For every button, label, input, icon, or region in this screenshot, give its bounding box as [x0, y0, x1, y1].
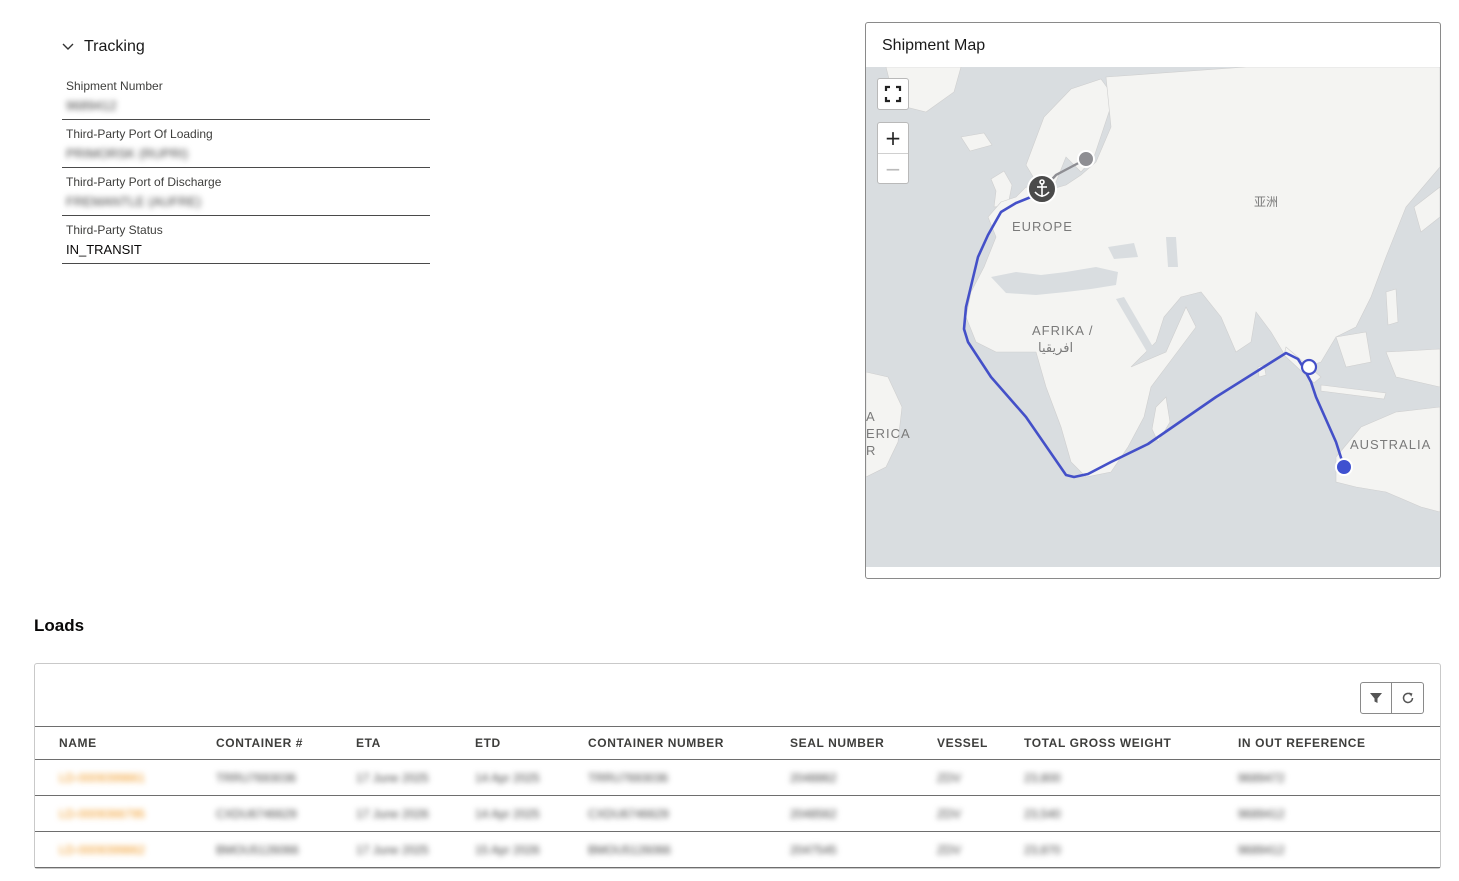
load-name-link[interactable]: LD-0009399862 [59, 843, 145, 857]
col-header-in-out-reference[interactable]: IN OUT REFERENCE [1214, 726, 1440, 760]
field-value: FREMANTLE (AUFRE) [66, 194, 202, 209]
load-name-link[interactable]: LD-0009399861 [59, 771, 145, 785]
label-australia: AUSTRALIA [1350, 437, 1431, 452]
loads-table: NAME CONTAINER # ETA ETD CONTAINER NUMBE… [35, 726, 1440, 868]
label-europe: EUROPE [1012, 219, 1073, 234]
cell-container-number: CXDU6746629 [588, 806, 669, 821]
table-row: LD-0009366795 CXDU6746629 17 June 2026 1… [35, 795, 1440, 832]
water-caspian [1166, 237, 1178, 267]
cell-seal-number: 2048862 [790, 770, 837, 785]
tracking-section: Tracking Shipment Number 9689412 Third-P… [60, 36, 430, 264]
zoom-out-button[interactable]: − [878, 153, 908, 183]
label-africa-2: افريقيا [1038, 341, 1073, 356]
refresh-button[interactable] [1392, 682, 1424, 714]
cell-weight: 23,870 [1024, 842, 1061, 857]
load-name-link[interactable]: LD-0009366795 [59, 807, 145, 821]
loads-title: Loads [34, 616, 85, 635]
fullscreen-icon [884, 85, 902, 103]
col-header-etd[interactable]: ETD [451, 726, 564, 760]
field-label: Third-Party Port of Discharge [66, 175, 222, 189]
world-map: EUROPE AFRIKA / افريقيا 亚洲 AUSTRALIA A E… [866, 67, 1440, 567]
col-header-total-gross-weight[interactable]: TOTAL GROSS WEIGHT [1000, 726, 1214, 760]
cell-seal-number: 2048562 [790, 806, 837, 821]
col-header-vessel[interactable]: VESSEL [913, 726, 1000, 760]
cell-vessel: ZDV [937, 842, 961, 857]
cell-etd: 14 Apr 2025 [475, 806, 540, 821]
field-port-of-loading: Third-Party Port Of Loading PRIMORSK (RU… [62, 120, 430, 168]
cell-reference: 9689412 [1238, 842, 1285, 857]
field-value: IN_TRANSIT [66, 242, 142, 257]
field-value: PRIMORSK (RUPRI) [66, 146, 189, 161]
field-value: 9689412 [66, 98, 117, 113]
field-port-of-discharge: Third-Party Port of Discharge FREMANTLE … [62, 168, 430, 216]
filter-icon [1370, 693, 1382, 703]
map-title: Shipment Map [882, 37, 986, 54]
cell-eta: 17 June 2025 [356, 770, 429, 785]
field-status: Third-Party Status IN_TRANSIT [62, 216, 430, 264]
label-asia: 亚洲 [1254, 195, 1278, 209]
label-america-3: R [866, 443, 876, 458]
loads-table-card: NAME CONTAINER # ETA ETD CONTAINER NUMBE… [34, 663, 1441, 869]
filter-button[interactable] [1360, 682, 1392, 714]
cell-weight: 23,800 [1024, 770, 1061, 785]
cell-vessel: ZDV [937, 770, 961, 785]
land-philippines [1385, 288, 1399, 326]
chevron-down-icon [62, 43, 74, 50]
cell-etd: 15 Apr 2026 [475, 842, 540, 857]
shipment-map-card: Shipment Map EUROPE AFRIKA / افريقيا 亚洲 … [865, 22, 1441, 579]
cell-eta: 17 June 2025 [356, 842, 429, 857]
table-toolbar [1360, 682, 1424, 714]
field-label: Third-Party Port Of Loading [66, 127, 213, 141]
table-row: LD-0009399861 TRRU7693036 17 June 2025 1… [35, 759, 1440, 796]
cell-container-number: TRRU7693036 [588, 770, 669, 785]
map-canvas[interactable]: EUROPE AFRIKA / افريقيا 亚洲 AUSTRALIA A E… [866, 67, 1440, 567]
col-header-eta[interactable]: ETA [332, 726, 451, 760]
label-america-2: ERICA [866, 426, 911, 441]
cell-container: TRRU7693036 [216, 770, 297, 785]
cell-etd: 14 Apr 2025 [475, 770, 540, 785]
tracking-toggle[interactable]: Tracking [60, 36, 430, 58]
table-row: LD-0009399862 BMOU5126066 17 June 2025 1… [35, 831, 1440, 868]
field-label: Third-Party Status [66, 223, 163, 237]
cell-container-number: BMOU5126066 [588, 842, 671, 857]
table-header-row: NAME CONTAINER # ETA ETD CONTAINER NUMBE… [35, 726, 1440, 760]
col-header-container[interactable]: CONTAINER # [192, 726, 332, 760]
field-label: Shipment Number [66, 79, 163, 93]
cell-container: CXDU6746629 [216, 806, 297, 821]
zoom-control: + − [877, 122, 909, 184]
cell-eta: 17 June 2026 [356, 806, 429, 821]
label-america-1: A [866, 409, 876, 424]
cell-weight: 23,540 [1024, 806, 1061, 821]
cell-reference: 9689412 [1238, 806, 1285, 821]
label-africa-1: AFRIKA / [1032, 323, 1093, 338]
tracking-title: Tracking [84, 38, 145, 55]
zoom-in-button[interactable]: + [878, 123, 908, 153]
col-header-name[interactable]: NAME [35, 726, 192, 760]
cell-vessel: ZDV [937, 806, 961, 821]
col-header-container-number[interactable]: CONTAINER NUMBER [564, 726, 766, 760]
vessel-position-marker[interactable] [1300, 358, 1318, 376]
refresh-icon [1402, 692, 1413, 704]
field-shipment-number: Shipment Number 9689412 [62, 72, 430, 120]
cell-container: BMOU5126066 [216, 842, 299, 857]
fullscreen-button[interactable] [877, 78, 909, 110]
col-header-seal-number[interactable]: SEAL NUMBER [766, 726, 913, 760]
cell-reference: 9689472 [1238, 770, 1285, 785]
destination-marker[interactable] [1335, 458, 1353, 476]
origin-marker[interactable] [1077, 150, 1095, 168]
cell-seal-number: 2047545 [790, 842, 837, 857]
